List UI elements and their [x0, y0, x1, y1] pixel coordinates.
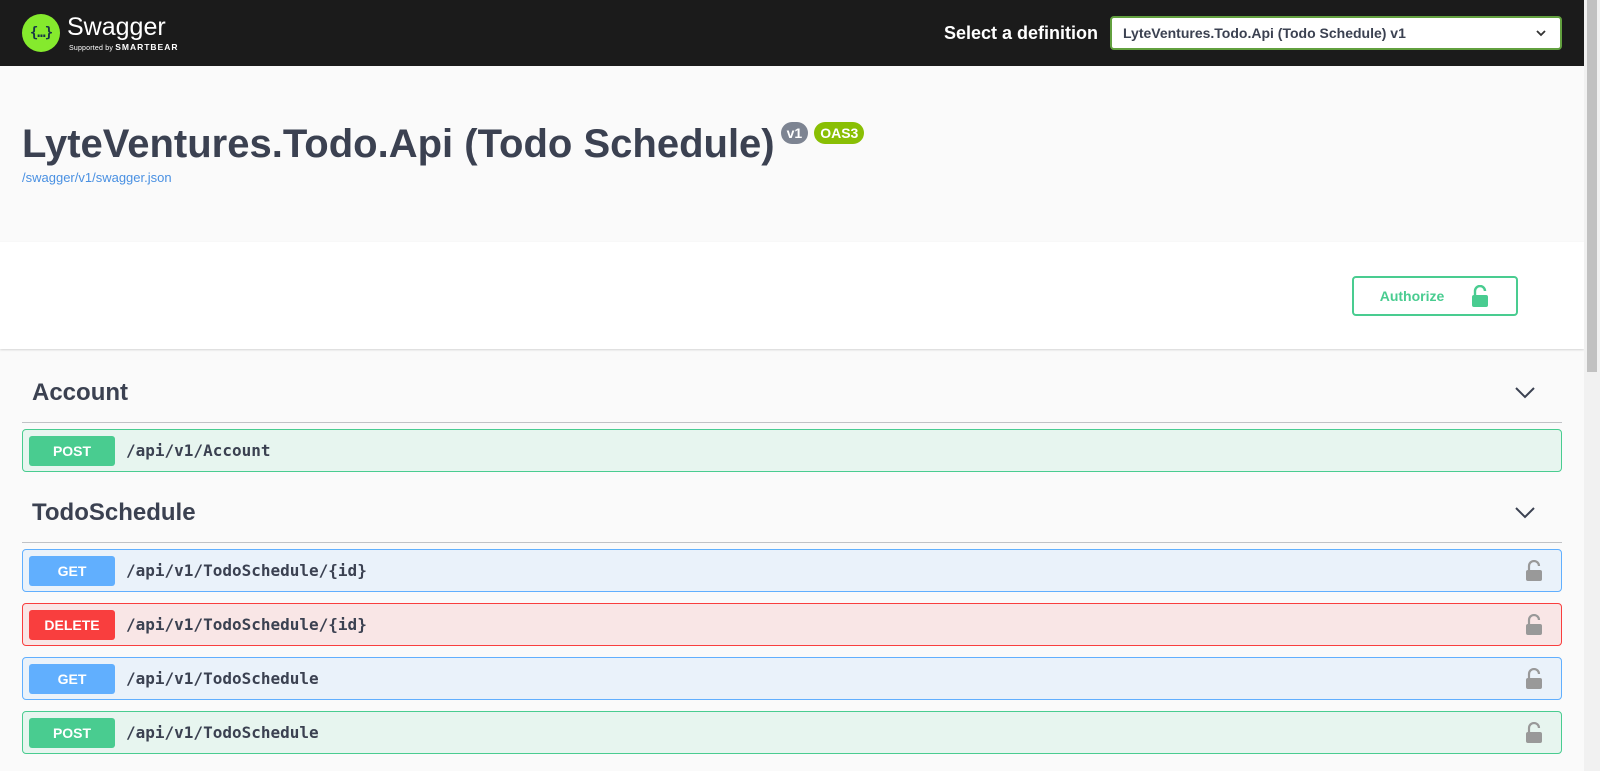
version-badge: v1: [780, 122, 809, 144]
method-badge: GET: [29, 555, 115, 586]
unlock-icon: [1472, 284, 1489, 307]
operation-row[interactable]: DELETE /api/v1/TodoSchedule/{id}: [22, 603, 1562, 646]
operation-path: /api/v1/TodoSchedule: [126, 723, 319, 742]
tag-name: Account: [32, 378, 128, 406]
unlock-icon[interactable]: [1525, 559, 1543, 582]
swagger-logo-icon: {…}: [22, 14, 60, 52]
tag-section-todoschedule: TodoSchedule GET /api/v1/TodoSchedule/{i…: [22, 483, 1562, 754]
info-section: LyteVentures.Todo.Api (Todo Schedule) v1…: [0, 66, 1584, 242]
unlock-icon[interactable]: [1525, 667, 1543, 690]
brand-sub: Supported by SMARTBEAR: [69, 41, 179, 52]
tag-header-todoschedule[interactable]: TodoSchedule: [22, 483, 1562, 543]
chevron-down-icon: [1536, 30, 1546, 37]
definition-selected-value: LyteVentures.Todo.Api (Todo Schedule) v1: [1123, 25, 1406, 41]
topbar: {…} Swagger Supported by SMARTBEAR Selec…: [0, 0, 1584, 66]
spec-url-link[interactable]: /swagger/v1/swagger.json: [22, 170, 172, 185]
chevron-down-icon: [1515, 386, 1535, 398]
operation-row[interactable]: POST /api/v1/TodoSchedule: [22, 711, 1562, 754]
operation-row[interactable]: GET /api/v1/TodoSchedule: [22, 657, 1562, 700]
brand-name: Swagger: [67, 12, 166, 41]
operation-row[interactable]: POST /api/v1/Account: [22, 429, 1562, 472]
definition-select[interactable]: LyteVentures.Todo.Api (Todo Schedule) v1: [1110, 16, 1562, 50]
page-title: LyteVentures.Todo.Api (Todo Schedule): [22, 122, 775, 166]
tag-name: TodoSchedule: [32, 498, 196, 526]
operation-path: /api/v1/TodoSchedule/{id}: [126, 561, 367, 580]
operations-list: Account POST /api/v1/Account TodoSchedul…: [0, 349, 1584, 754]
oas-badge: OAS3: [814, 122, 865, 144]
unlock-icon[interactable]: [1525, 721, 1543, 744]
method-badge: POST: [29, 435, 115, 466]
operation-row[interactable]: GET /api/v1/TodoSchedule/{id}: [22, 549, 1562, 592]
chevron-down-icon: [1515, 506, 1535, 518]
unlock-icon[interactable]: [1525, 613, 1543, 636]
authorize-button[interactable]: Authorize: [1352, 275, 1518, 316]
scrollbar-thumb[interactable]: [1587, 0, 1597, 372]
vertical-scrollbar[interactable]: [1584, 0, 1600, 771]
method-badge: GET: [29, 663, 115, 694]
operation-path: /api/v1/TodoSchedule/{id}: [126, 615, 367, 634]
authorize-label: Authorize: [1379, 287, 1445, 304]
method-badge: POST: [29, 717, 115, 748]
tag-header-account[interactable]: Account: [22, 363, 1562, 423]
operation-path: /api/v1/Account: [126, 441, 271, 460]
operation-path: /api/v1/TodoSchedule: [126, 669, 319, 688]
tag-section-account: Account POST /api/v1/Account: [22, 363, 1562, 472]
definition-selector: Select a definition LyteVentures.Todo.Ap…: [944, 16, 1562, 50]
definition-label: Select a definition: [943, 22, 1098, 43]
scheme-container: Authorize: [0, 242, 1584, 349]
method-badge: DELETE: [29, 609, 115, 640]
swagger-page: {…} Swagger Supported by SMARTBEAR Selec…: [0, 0, 1584, 771]
swagger-logo[interactable]: {…} Swagger Supported by SMARTBEAR: [22, 14, 179, 52]
